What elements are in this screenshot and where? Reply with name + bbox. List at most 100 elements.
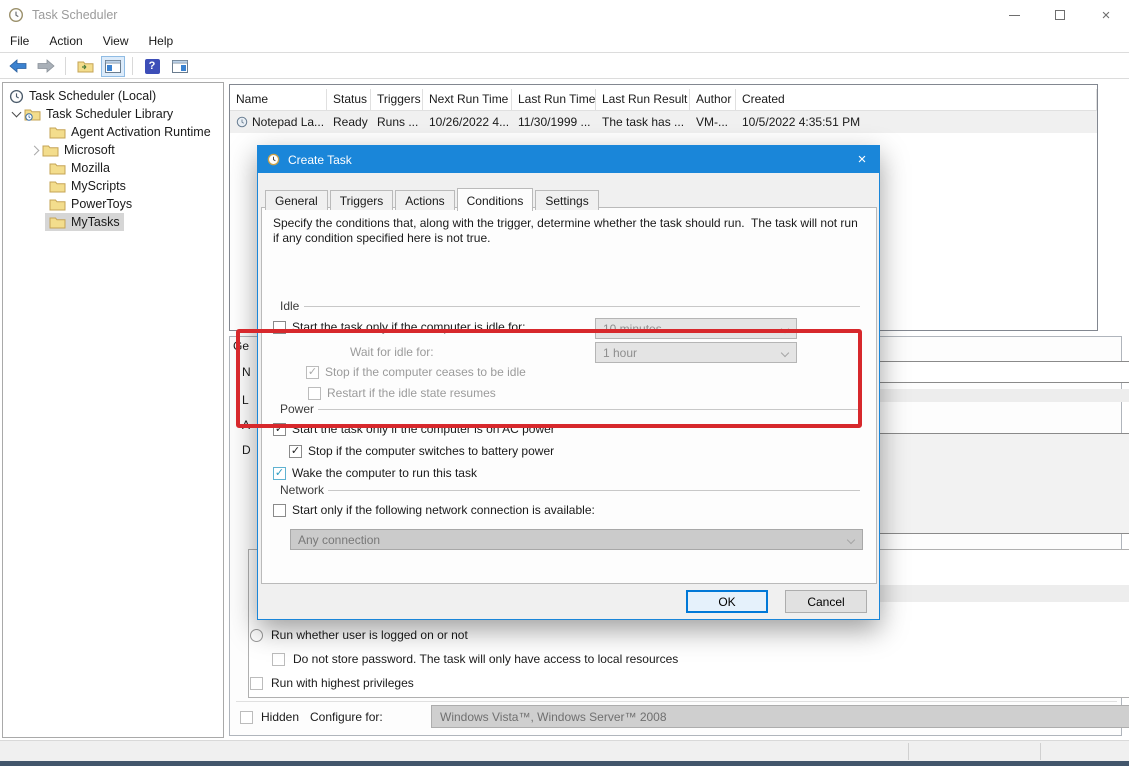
column-header-status[interactable]: Status bbox=[327, 89, 371, 110]
sidebar-item-powertoys[interactable]: PowerToys bbox=[49, 195, 132, 213]
column-header-last-run-result[interactable]: Last Run Result bbox=[596, 89, 690, 110]
wait-for-idle-label: Wait for idle for: bbox=[350, 345, 434, 359]
checkbox-icon[interactable] bbox=[273, 321, 286, 334]
ac-power-option[interactable]: ✓ Start the task only if the computer is… bbox=[273, 422, 555, 436]
run-logged-on-or-not-option[interactable]: Run whether user is logged on or not bbox=[250, 628, 468, 642]
tab-settings[interactable]: Settings bbox=[535, 190, 598, 210]
table-row[interactable]: Notepad La... Ready Runs ... 10/26/2022 … bbox=[230, 111, 1097, 133]
sidebar-item-mozilla[interactable]: Mozilla bbox=[49, 159, 110, 177]
radio-icon[interactable] bbox=[250, 629, 263, 642]
checkbox-label: Hidden bbox=[261, 710, 299, 724]
ok-button[interactable]: OK bbox=[686, 590, 768, 613]
stop-if-ceases-idle-option[interactable]: ✓ Stop if the computer ceases to be idle bbox=[306, 365, 526, 379]
hidden-option[interactable]: Hidden bbox=[240, 710, 299, 724]
wait-for-idle-dropdown[interactable]: 1 hour bbox=[595, 342, 797, 363]
start-if-idle-option[interactable]: Start the task only if the computer is i… bbox=[273, 320, 525, 334]
help-button[interactable]: ? bbox=[140, 56, 164, 77]
checkbox-icon[interactable] bbox=[240, 711, 253, 724]
panel-icon bbox=[105, 60, 121, 73]
checkbox-label: Start only if the following network conn… bbox=[292, 503, 595, 517]
menu-action[interactable]: Action bbox=[39, 31, 92, 51]
task-last-run-cell: 11/30/1999 ... bbox=[512, 115, 596, 129]
wait-for-idle-value: 1 hour bbox=[603, 346, 637, 360]
back-button[interactable] bbox=[6, 56, 30, 77]
cancel-button[interactable]: Cancel bbox=[785, 590, 867, 613]
checkbox-icon[interactable] bbox=[250, 677, 263, 690]
network-connection-option[interactable]: Start only if the following network conn… bbox=[273, 503, 595, 517]
folder-icon bbox=[49, 180, 66, 193]
partial-label-author: A bbox=[242, 418, 250, 432]
menu-file[interactable]: File bbox=[0, 31, 39, 51]
tab-triggers[interactable]: Triggers bbox=[330, 190, 394, 210]
run-highest-privileges-option[interactable]: Run with highest privileges bbox=[250, 676, 414, 690]
checkbox-label: Restart if the idle state resumes bbox=[327, 386, 496, 400]
checkbox-label: Do not store password. The task will onl… bbox=[293, 652, 678, 666]
column-header-author[interactable]: Author bbox=[690, 89, 736, 110]
sidebar-item-myscripts[interactable]: MyScripts bbox=[49, 177, 126, 195]
do-not-store-password-option[interactable]: Do not store password. The task will onl… bbox=[272, 652, 678, 666]
partial-label-location: L bbox=[242, 393, 249, 407]
column-header-next-run-time[interactable]: Next Run Time bbox=[423, 89, 512, 110]
column-header-triggers[interactable]: Triggers bbox=[371, 89, 423, 110]
show-hide-tree-button[interactable] bbox=[73, 56, 97, 77]
checkbox-icon[interactable]: ✓ bbox=[306, 366, 319, 379]
dialog-close-button[interactable]: × bbox=[845, 146, 879, 173]
tab-actions[interactable]: Actions bbox=[395, 190, 454, 210]
checkbox-icon[interactable]: ✓ bbox=[273, 423, 286, 436]
checkbox-label: Stop if the computer switches to battery… bbox=[308, 444, 554, 458]
titlebar: Task Scheduler × bbox=[0, 0, 1129, 30]
checkbox-icon[interactable] bbox=[273, 504, 286, 517]
folder-icon bbox=[49, 162, 66, 175]
configure-for-dropdown[interactable]: Windows Vista™, Windows Server™ 2008 bbox=[431, 705, 1129, 728]
maximize-button[interactable] bbox=[1037, 0, 1083, 30]
forward-button[interactable] bbox=[34, 56, 58, 77]
column-header-last-run-time[interactable]: Last Run Time bbox=[512, 89, 596, 110]
sidebar-item-task-scheduler-local[interactable]: Task Scheduler (Local) bbox=[9, 87, 156, 105]
toolbar-separator bbox=[132, 57, 133, 75]
sidebar-item-library[interactable]: Task Scheduler Library bbox=[13, 105, 173, 123]
toolbar: ? bbox=[0, 54, 1129, 79]
action-pane-button[interactable] bbox=[168, 56, 192, 77]
back-arrow-icon bbox=[9, 59, 27, 73]
checkbox-label: Start the task only if the computer is i… bbox=[292, 320, 525, 334]
sidebar-item-microsoft[interactable]: Microsoft bbox=[31, 141, 115, 159]
conditions-tab-page: Specify the conditions that, along with … bbox=[261, 207, 877, 584]
tab-conditions[interactable]: Conditions bbox=[457, 188, 534, 211]
chevron-down-icon[interactable] bbox=[12, 108, 22, 118]
wake-computer-option[interactable]: ✓ Wake the computer to run this task bbox=[273, 466, 477, 480]
menu-view[interactable]: View bbox=[93, 31, 139, 51]
task-created-cell: 10/5/2022 4:35:51 PM bbox=[736, 115, 1097, 129]
tab-general[interactable]: General bbox=[265, 190, 328, 210]
network-connection-dropdown[interactable]: Any connection bbox=[290, 529, 863, 550]
task-status-cell: Ready bbox=[327, 115, 371, 129]
checkbox-icon[interactable]: ✓ bbox=[273, 467, 286, 480]
sidebar-item-label: Task Scheduler Library bbox=[46, 107, 173, 121]
dialog-title: Create Task bbox=[288, 153, 352, 167]
minimize-button[interactable] bbox=[991, 0, 1037, 30]
idle-duration-dropdown[interactable]: 10 minutes bbox=[595, 318, 797, 339]
battery-power-option[interactable]: ✓ Stop if the computer switches to batte… bbox=[289, 444, 554, 458]
restart-if-idle-resumes-option[interactable]: Restart if the idle state resumes bbox=[308, 386, 496, 400]
column-header-created[interactable]: Created bbox=[736, 89, 1097, 110]
folder-icon bbox=[49, 216, 66, 229]
sidebar-item-agent-activation-runtime[interactable]: Agent Activation Runtime bbox=[49, 123, 211, 141]
partial-label-general: Ge bbox=[233, 339, 249, 353]
close-button[interactable]: × bbox=[1083, 0, 1129, 30]
menu-help[interactable]: Help bbox=[139, 31, 184, 51]
checkbox-icon[interactable]: ✓ bbox=[289, 445, 302, 458]
conditions-description: Specify the conditions that, along with … bbox=[273, 216, 869, 246]
name-field[interactable] bbox=[870, 361, 1129, 383]
chevron-right-icon[interactable] bbox=[30, 145, 40, 155]
task-last-result-cell: The task has ... bbox=[596, 115, 690, 129]
power-group-rule bbox=[318, 409, 860, 410]
description-field[interactable] bbox=[870, 433, 1129, 534]
chevron-down-icon bbox=[847, 536, 855, 544]
configure-for-label: Configure for: bbox=[310, 710, 383, 724]
checkbox-icon[interactable] bbox=[308, 387, 321, 400]
idle-duration-value: 10 minutes bbox=[603, 322, 662, 336]
checkbox-icon[interactable] bbox=[272, 653, 285, 666]
dialog-titlebar[interactable]: Create Task × bbox=[258, 146, 879, 173]
column-header-name[interactable]: Name bbox=[230, 89, 327, 110]
console-panel-button[interactable] bbox=[101, 56, 125, 77]
sidebar-item-mytasks[interactable]: MyTasks bbox=[45, 213, 124, 231]
